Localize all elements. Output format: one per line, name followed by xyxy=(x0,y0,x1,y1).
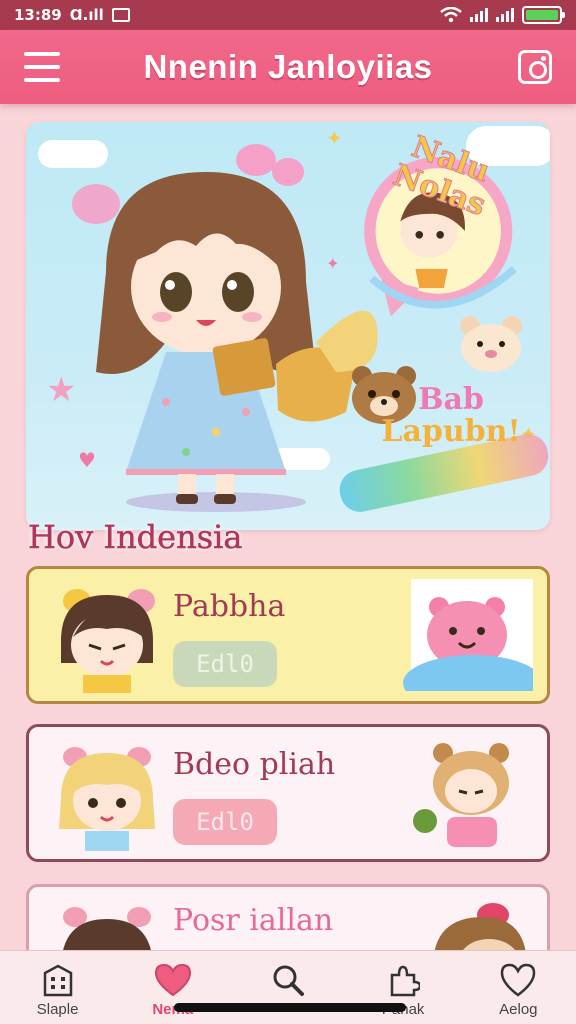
card-title: Bdeo pliah xyxy=(173,747,336,782)
section-title: Hov Indensia xyxy=(28,518,243,557)
nav-item-nema[interactable]: Nema xyxy=(123,951,223,1024)
nav-label: Aelog xyxy=(499,1001,538,1018)
menu-icon-line xyxy=(24,52,60,56)
nav-item-panak[interactable]: Panak xyxy=(353,951,453,1024)
bear-icon xyxy=(460,316,522,372)
card-badge-button[interactable]: Edl0 xyxy=(173,799,277,845)
nav-item-search[interactable] xyxy=(238,951,338,1024)
status-right xyxy=(440,6,565,24)
app-header: Nnenin Janloyiias xyxy=(0,30,576,104)
banner-text: Bab Lapubn! xyxy=(346,384,550,447)
card-title: Pabbha xyxy=(173,589,286,624)
signal-icon-2 xyxy=(496,8,514,22)
wifi-icon xyxy=(440,7,462,23)
hero-banner[interactable]: ✦ ★ ✦ ♥ ✦ xyxy=(26,122,550,530)
status-left: 13:89 Ɑ.ıll xyxy=(14,6,130,24)
carrier-label: Ɑ.ıll xyxy=(69,6,104,24)
puzzle-icon xyxy=(390,965,421,997)
nav-item-aelog[interactable]: Aelog xyxy=(468,951,568,1024)
menu-button[interactable] xyxy=(24,52,60,82)
girl-illustration xyxy=(72,144,378,512)
content-card[interactable]: Bdeo pliah Edl0 xyxy=(26,724,550,862)
heart-outline-icon xyxy=(501,963,536,997)
character-illustration xyxy=(61,589,155,693)
app-title: Nnenin Janloyiias xyxy=(143,48,433,85)
banner-line-2: Lapubn! xyxy=(381,413,521,449)
nav-label: Slaple xyxy=(36,1001,79,1018)
building-icon xyxy=(43,964,72,997)
menu-icon-line xyxy=(24,65,60,69)
nav-item-slaple[interactable]: Slaple xyxy=(8,951,108,1024)
menu-icon-line xyxy=(24,78,60,82)
card-badge-button[interactable]: Edl0 xyxy=(173,641,277,687)
home-indicator[interactable] xyxy=(174,1003,406,1012)
character-illustration xyxy=(59,747,155,851)
search-icon xyxy=(273,965,304,996)
heart-icon xyxy=(154,963,191,997)
camera-icon[interactable] xyxy=(518,50,552,84)
image-notification-icon xyxy=(111,8,130,22)
card-title: Posr iallan xyxy=(173,903,334,938)
pink-bear-illustration xyxy=(403,579,533,691)
status-bar: 13:89 Ɑ.ıll xyxy=(0,0,576,30)
content-card[interactable]: Pabbha Edl0 xyxy=(26,566,550,704)
signal-icon xyxy=(470,8,488,22)
battery-icon xyxy=(522,6,565,24)
status-time: 13:89 xyxy=(14,6,62,24)
character-illustration xyxy=(413,743,509,847)
bottom-nav: Slaple Nema Panak Aelog xyxy=(0,950,576,1024)
banner-line-1: Bab xyxy=(418,382,484,417)
